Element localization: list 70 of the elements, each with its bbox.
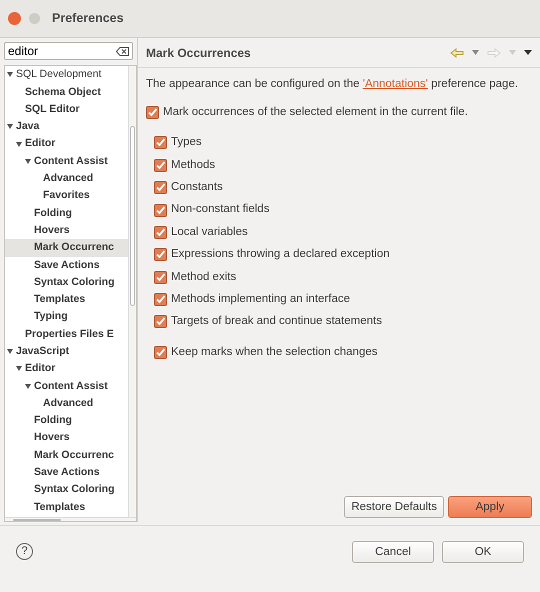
tree-item[interactable]: SQL Development <box>5 66 128 84</box>
checkbox[interactable] <box>154 315 167 328</box>
description-text: The appearance can be configured on the 'Annotations' preference page. <box>146 78 518 90</box>
expanded-icon[interactable] <box>7 124 13 130</box>
tree-item[interactable]: Typing <box>5 308 128 326</box>
tree-item[interactable]: Properties Files E <box>5 326 128 343</box>
expanded-icon[interactable] <box>16 142 22 147</box>
tree-item[interactable]: Content Assist <box>5 152 128 170</box>
tree-item[interactable]: Templates <box>5 291 128 308</box>
checkbox[interactable] <box>154 204 167 216</box>
filter-field[interactable]: editor <box>4 42 133 60</box>
checkbox-label: Non-constant fields <box>171 202 270 218</box>
close-icon[interactable] <box>8 12 21 25</box>
checkbox-label: Keep marks when the selection changes <box>171 344 378 360</box>
expanded-icon[interactable] <box>25 158 31 164</box>
checkbox[interactable] <box>154 181 167 194</box>
checkbox-label: Method exits <box>171 270 236 285</box>
window-title: Preferences <box>52 10 124 28</box>
checkbox[interactable] <box>154 346 167 359</box>
tree-item[interactable]: Hovers <box>5 429 128 447</box>
tree-item[interactable]: Editor <box>5 135 128 153</box>
tree-item[interactable]: Folding <box>5 412 128 430</box>
page-title: Mark Occurrences <box>146 44 251 62</box>
checkbox[interactable] <box>154 158 167 172</box>
vertical-scrollbar[interactable] <box>128 66 136 518</box>
expanded-icon[interactable] <box>25 384 31 389</box>
expanded-icon[interactable] <box>16 366 22 372</box>
dialog-button[interactable]: OK <box>442 540 524 562</box>
tree-item[interactable]: Content Assist <box>5 378 128 395</box>
page-button[interactable]: Restore Defaults <box>344 496 444 518</box>
tree-item[interactable]: JavaScript <box>5 343 128 360</box>
checkbox[interactable] <box>154 270 167 284</box>
tree-item[interactable]: Templates <box>5 498 128 516</box>
expanded-icon[interactable] <box>7 72 13 78</box>
dialog-button[interactable]: Cancel <box>352 540 434 562</box>
checkbox[interactable] <box>146 106 159 119</box>
clear-icon[interactable] <box>116 47 129 56</box>
checkbox-label: Mark occurrences of the selected element in the current file. <box>163 104 468 120</box>
checkbox-label: Constants <box>171 180 223 195</box>
tree-item[interactable]: Advanced <box>5 170 128 188</box>
expanded-icon[interactable] <box>7 349 13 354</box>
tree-item[interactable]: Save Actions <box>5 464 128 482</box>
tree-item[interactable]: Mark Occurrenc <box>5 239 128 257</box>
tree-item[interactable]: Advanced <box>5 394 128 412</box>
dropdown-icon[interactable] <box>472 50 479 55</box>
tree-item[interactable]: Schema Object <box>5 84 128 101</box>
checkbox[interactable] <box>154 226 167 239</box>
menu-icon[interactable] <box>524 50 532 55</box>
tree-item[interactable]: SQL Editor <box>5 100 128 118</box>
checkbox[interactable] <box>154 136 167 150</box>
checkbox-label: Targets of break and continue statements <box>171 314 382 330</box>
apply-button[interactable]: Apply <box>448 496 532 518</box>
tree-item[interactable]: Mark Occurrenc <box>5 446 128 464</box>
checkbox-label: Local variables <box>171 224 248 240</box>
horizontal-scrollbar[interactable] <box>5 517 136 521</box>
help-icon[interactable]: ? <box>16 543 33 560</box>
checkbox-label: Methods implementing an interface <box>171 292 350 307</box>
tree-item[interactable]: Editor <box>5 360 128 378</box>
checkbox[interactable] <box>154 293 167 306</box>
tree-item[interactable]: Folding <box>5 204 128 222</box>
checkbox-label: Types <box>171 135 202 150</box>
tree-item[interactable]: Java <box>5 118 128 136</box>
tree-item[interactable]: Syntax Coloring <box>5 481 128 499</box>
tree-item[interactable]: Favorites <box>5 187 128 205</box>
tree-item[interactable]: Syntax Coloring <box>5 274 128 292</box>
tree-item[interactable]: Hovers <box>5 222 128 240</box>
checkbox[interactable] <box>154 248 167 262</box>
checkbox-label: Methods <box>171 158 216 173</box>
tree-item[interactable]: Save Actions <box>5 256 128 274</box>
checkbox-label: Expressions throwing a declared exception <box>171 247 390 262</box>
